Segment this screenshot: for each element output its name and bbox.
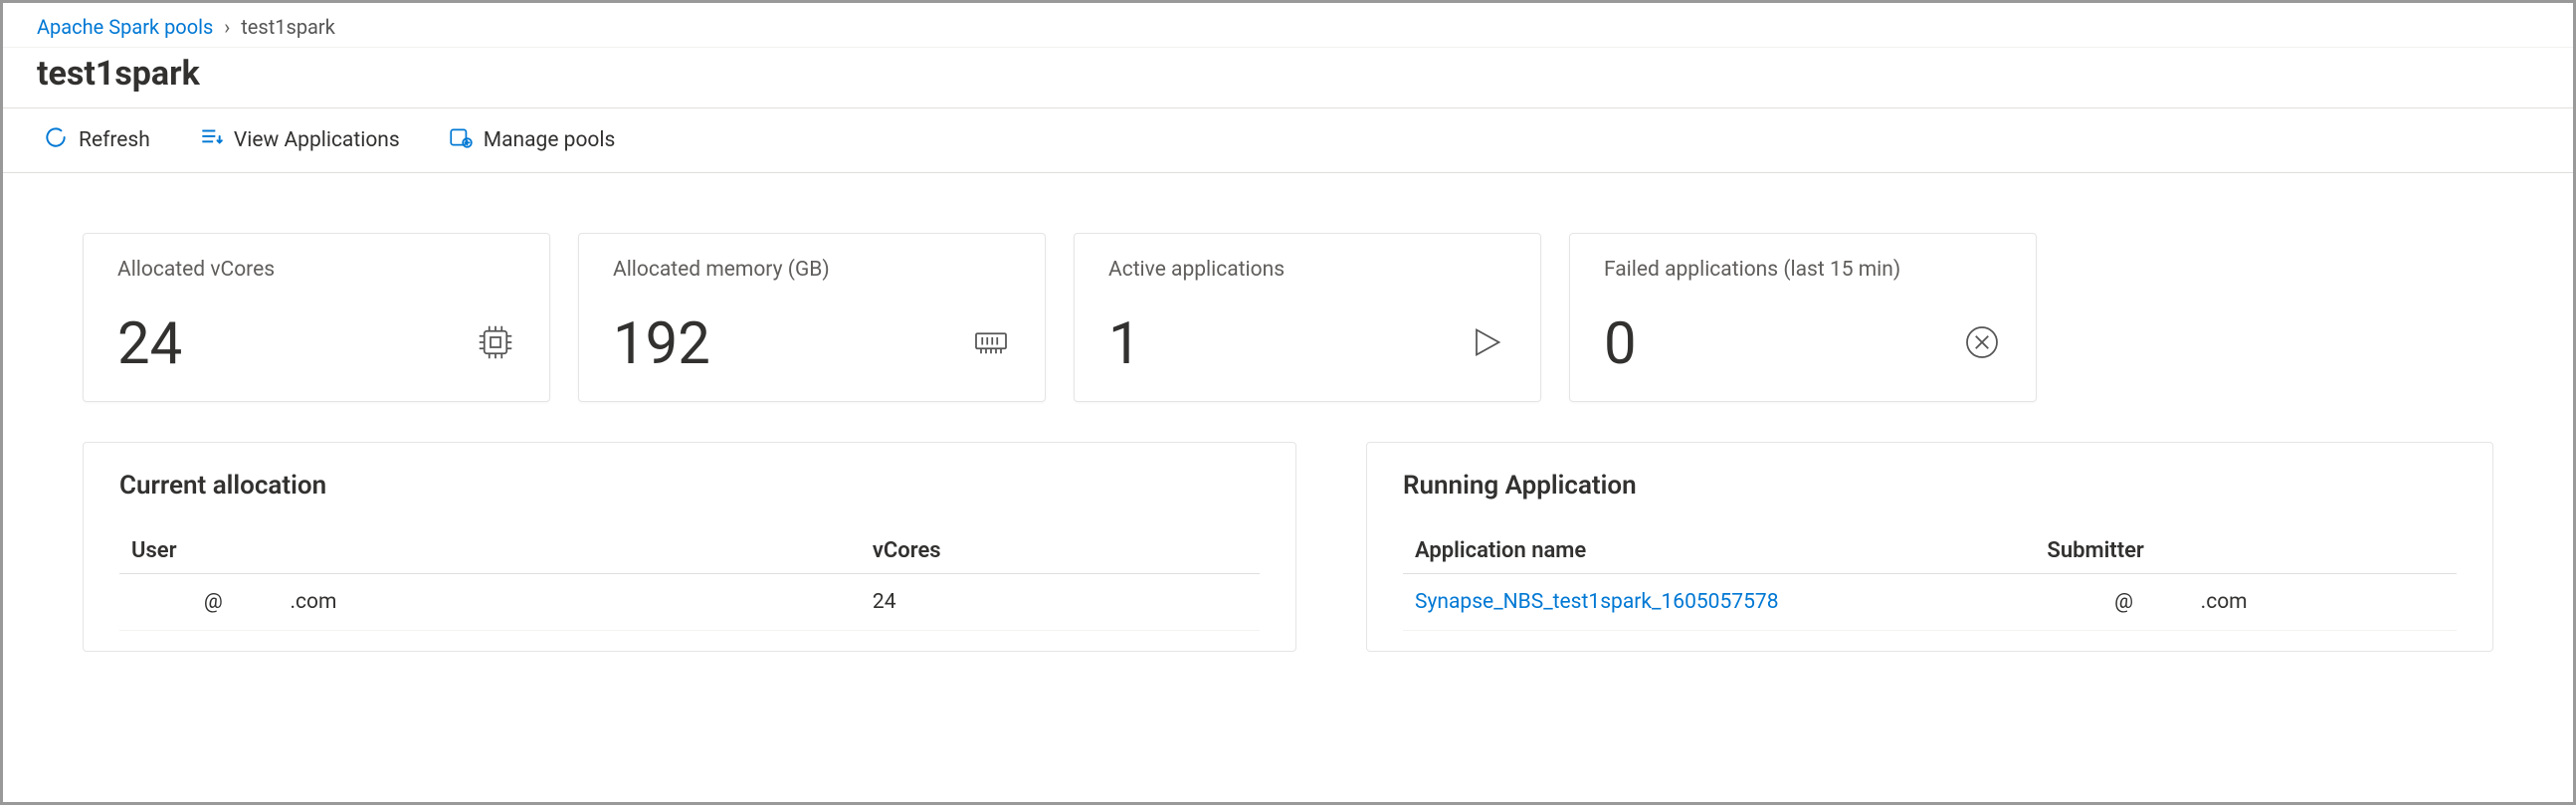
page-title: test1spark <box>3 48 2573 108</box>
breadcrumb-parent-link[interactable]: Apache Spark pools <box>37 15 213 39</box>
chevron-right-icon: › <box>224 15 230 39</box>
col-submitter: Submitter <box>2035 528 2457 574</box>
allocation-table: User vCores @ .com 24 <box>119 528 1260 631</box>
col-app-name: Application name <box>1403 528 2035 574</box>
table-header-row: User vCores <box>119 528 1260 574</box>
current-allocation-panel: Current allocation User vCores @ .com 24 <box>83 442 1296 652</box>
error-icon <box>1962 322 2002 366</box>
running-application-panel: Running Application Application name Sub… <box>1366 442 2493 652</box>
metric-label: Allocated memory (GB) <box>613 258 1011 282</box>
metric-card-failed-apps[interactable]: Failed applications (last 15 min) 0 <box>1569 233 2037 402</box>
running-submitter: @ .com <box>2035 574 2457 631</box>
list-icon <box>198 124 224 156</box>
manage-pools-button[interactable]: Manage pools <box>442 120 622 160</box>
running-app-link[interactable]: Synapse_NBS_test1spark_1605057578 <box>1403 574 2035 631</box>
allocation-title: Current allocation <box>119 471 1260 501</box>
refresh-label: Refresh <box>79 128 150 152</box>
table-header-row: Application name Submitter <box>1403 528 2457 574</box>
metric-value: 192 <box>613 315 710 373</box>
table-row: Synapse_NBS_test1spark_1605057578 @ .com <box>1403 574 2457 631</box>
command-bar: Refresh View Applications Manage pools <box>3 108 2573 173</box>
memory-icon <box>971 322 1011 366</box>
metric-label: Failed applications (last 15 min) <box>1604 258 2002 282</box>
metric-card-active-apps[interactable]: Active applications 1 <box>1074 233 1541 402</box>
pool-icon <box>448 124 474 156</box>
metric-value: 0 <box>1604 315 1637 373</box>
metric-value: 1 <box>1108 315 1141 373</box>
running-table: Application name Submitter Synapse_NBS_t… <box>1403 528 2457 631</box>
panels-row: Current allocation User vCores @ .com 24… <box>3 442 2573 692</box>
cpu-icon <box>476 322 515 366</box>
metric-card-memory[interactable]: Allocated memory (GB) 192 <box>578 233 1046 402</box>
allocation-user: @ .com <box>119 574 861 631</box>
metric-label: Active applications <box>1108 258 1506 282</box>
breadcrumb: Apache Spark pools › test1spark <box>3 3 2573 48</box>
refresh-button[interactable]: Refresh <box>37 120 156 160</box>
table-row: @ .com 24 <box>119 574 1260 631</box>
metric-card-vcores[interactable]: Allocated vCores 24 <box>83 233 550 402</box>
col-user: User <box>119 528 861 574</box>
metric-value: 24 <box>117 315 182 373</box>
metric-label: Allocated vCores <box>117 258 515 282</box>
refresh-icon <box>43 124 69 156</box>
manage-pools-label: Manage pools <box>484 128 616 152</box>
running-title: Running Application <box>1403 471 2457 501</box>
view-applications-button[interactable]: View Applications <box>192 120 406 160</box>
metrics-row: Allocated vCores 24 Allocated memory (GB… <box>3 173 2573 442</box>
view-applications-label: View Applications <box>234 128 400 152</box>
col-vcores: vCores <box>861 528 1260 574</box>
breadcrumb-current: test1spark <box>241 15 335 39</box>
allocation-vcores: 24 <box>861 574 1260 631</box>
play-icon <box>1467 322 1506 366</box>
